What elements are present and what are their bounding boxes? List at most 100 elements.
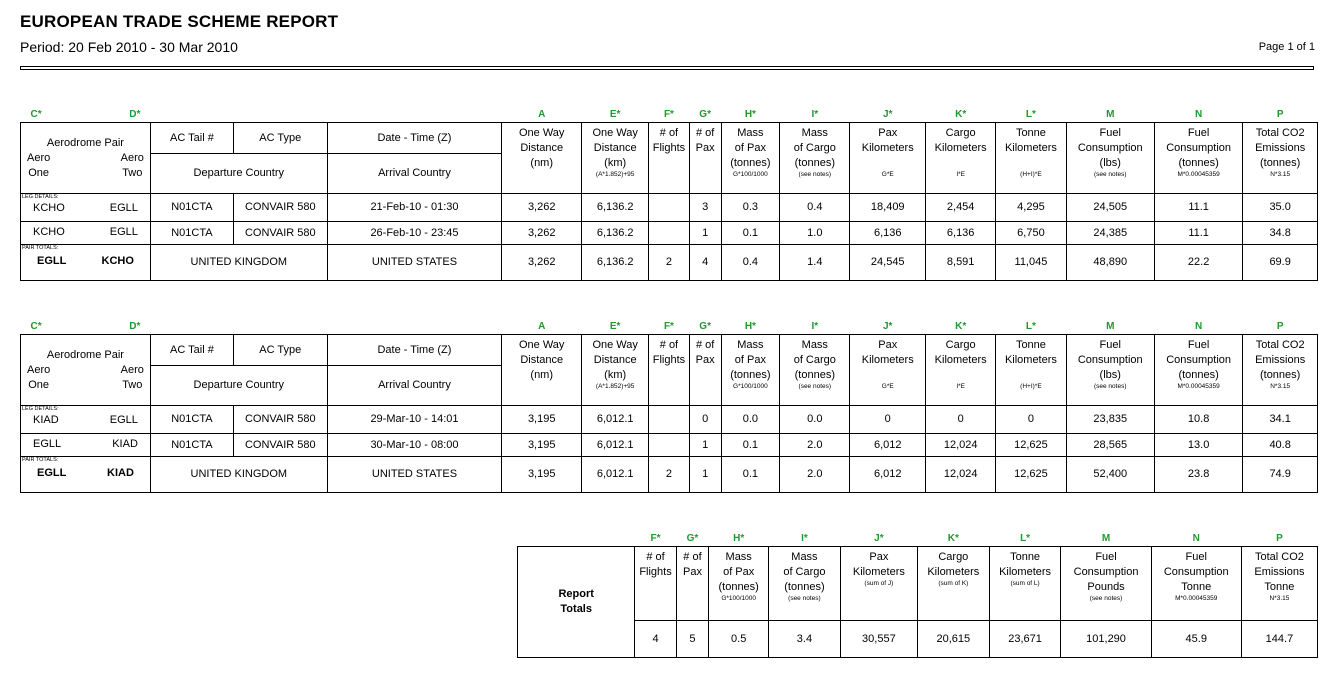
column-letters-row: C* D* A E* F* G* H* I* J* K* L* M N P [21,318,1318,335]
col-letter-j: J* [883,321,893,332]
report-fuel-t-value: 45.9 [1150,620,1242,658]
col-letter-c: C* [30,109,42,120]
aero-one: KCHO [33,226,65,238]
cell-cargokm: 12,024 [925,456,997,493]
cell-fuel-lbs: 24,385 [1065,221,1155,245]
leg-row: LEG DETAILS: KCHO EGLL N01CTA CONVAIR 580 … [20,193,1318,222]
cell-cargokm: 2,454 [925,193,997,222]
cargo-km-header: Cargo Kilometers I*E [925,122,997,194]
cell-nm: 3,262 [501,193,583,222]
cell-flights [648,221,690,245]
pair-section-table: C* D* A E* F* G* H* I* J* K* L* M N P Aerodrome Pair … [20,318,1318,493]
cell-nm: 3,195 [501,405,583,434]
col-letter-h: H* [744,321,756,332]
pair-section-table: C* D* A E* F* G* H* I* J* K* L* M N P Aerodrome Pair … [20,106,1318,281]
mass-pax-header: Mass of Pax (tonnes) G*100/1000 [720,122,781,194]
cell-km: 6,136.2 [581,221,650,245]
pax-km-header: Pax Kilometers G*E [849,122,927,194]
pair-total-row: PAIR TOTALS: EGLL KIAD UNITED KINGDOM UNIT… [20,456,1318,493]
report-totals-values-row: 4 5 0.5 3.4 30,557 20,615 23,671 101,290 45.9 144… [518,620,1319,658]
report-pax-header: # of Pax [675,546,710,621]
ac-tail: N01CTA [149,193,234,222]
col-letter-i: I* [801,533,808,544]
cell-mpax: 0.1 [720,433,781,457]
col-letter-l: L* [1025,109,1036,120]
cell-mpax: 0.4 [720,244,781,281]
report-mpax-value: 0.5 [708,620,770,658]
aero-one: KCHO [33,202,65,214]
cell-mcargo: 2.0 [779,456,851,493]
col-letter-i: I* [811,109,819,120]
fuel-tonnes-header: Fuel Consumption (tonnes) M*0.00045359 [1153,122,1244,194]
cell-fuel-t: 11.1 [1153,193,1244,222]
date-time: 21-Feb-10 - 01:30 [326,193,503,222]
cell-cargokm: 8,591 [925,244,997,281]
col-letter-i: I* [811,321,819,332]
cell-paxkm: 6,012 [849,433,927,457]
cell-fuel-lbs: 24,505 [1065,193,1155,222]
mass-cargo-header: Mass of Cargo (tonnes) (see notes) [779,334,851,406]
cell-fuel-lbs: 28,565 [1065,433,1155,457]
cell-km: 6,012.1 [581,456,650,493]
ac-tail: N01CTA [149,433,234,457]
col-letter-l: L* [1020,533,1031,544]
aero-two: KCHO [101,255,134,267]
col-letter-d: D* [129,321,141,332]
cell-cargokm: 0 [925,405,997,434]
pair-totals-label: PAIR TOTALS: [22,457,59,464]
date-time-header: Date - Time (Z) [326,334,503,366]
cell-co2: 34.1 [1242,405,1318,434]
cell-mcargo: 2.0 [779,433,851,457]
cell-fuel-t: 11.1 [1153,221,1244,245]
arrival-country-header: Arrival Country [326,153,503,194]
date-time: 26-Feb-10 - 23:45 [326,221,503,245]
cell-tonkm: 6,750 [995,221,1067,245]
one-way-nm-header: One Way Distance (nm) [501,334,583,406]
cell-tonkm: 0 [995,405,1067,434]
leg-details-label: LEG DETAILS: [22,406,59,413]
report-fuel-lbs-value: 101,290 [1060,620,1152,658]
report-pax-value: 5 [675,620,710,658]
cell-tonkm: 4,295 [995,193,1067,222]
col-letter-d: D* [129,109,141,120]
cell-flights [648,193,690,222]
cell-mpax: 0.3 [720,193,781,222]
cell-flights: 2 [648,456,690,493]
col-letter-p: P [1276,533,1283,544]
ac-type: CONVAIR 580 [232,433,328,457]
co2-header: Total CO2 Emissions (tonnes) N*3.15 [1242,122,1318,194]
cell-fuel-t: 23.8 [1153,456,1244,493]
cell-paxkm: 6,012 [849,456,927,493]
report-flights-value: 4 [634,620,677,658]
cell-co2: 35.0 [1242,193,1318,222]
col-letter-f: F* [663,109,674,120]
pair-totals-label: PAIR TOTALS: [22,245,59,252]
cell-cargokm: 6,136 [925,221,997,245]
flights-header: # of Flights [648,334,690,406]
col-letter-g: G* [699,109,711,120]
col-letter-j: J* [883,109,893,120]
aero-two: KIAD [112,438,138,450]
cell-mcargo: 0.0 [779,405,851,434]
col-letter-a: A [538,321,546,332]
cell-fuel-t: 13.0 [1153,433,1244,457]
cell-paxkm: 24,545 [849,244,927,281]
cell-flights [648,433,690,457]
report-mcargo-value: 3.4 [768,620,841,658]
ac-tail: N01CTA [149,405,234,434]
fuel-lbs-header: Fuel Consumption (lbs) (see notes) [1065,122,1155,194]
cell-km: 6,012.1 [581,433,650,457]
col-letter-m: M [1106,321,1115,332]
arrival-country: UNITED STATES [326,456,503,493]
cell-nm: 3,195 [501,433,583,457]
cell-nm: 3,195 [501,456,583,493]
aero-one: EGLL [37,467,67,479]
ac-tail-header: AC Tail # [149,334,234,366]
report-cargokm-value: 20,615 [916,620,990,658]
report-totals-header-row: Report Totals # of Flights # of Pax Mass of Pax… [516,546,1319,658]
report-totals-table: F* G* H* I* J* K* L* M N P Report Totals # of Flight… [516,530,1319,658]
departure-country-header: Departure Country [149,365,328,406]
report-mcargo-header: Mass of Cargo (tonnes) (see notes) [768,546,841,621]
cell-co2: 69.9 [1242,244,1318,281]
report-title: EUROPEAN TRADE SCHEME REPORT [20,12,339,31]
